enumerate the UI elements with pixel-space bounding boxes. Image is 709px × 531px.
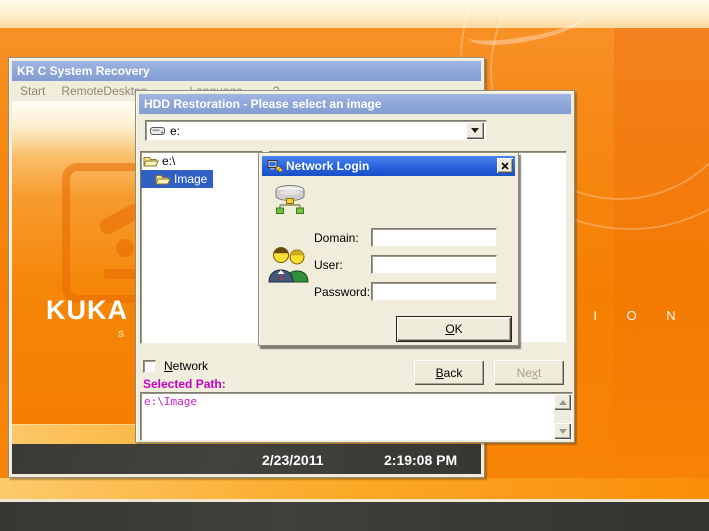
chevron-down-icon <box>471 128 479 133</box>
kuka-logo: KUKA <box>46 295 128 326</box>
hdd-dialog-titlebar[interactable]: HDD Restoration - Please select an image <box>139 94 571 114</box>
status-time: 2:19:08 PM <box>384 452 457 468</box>
selected-path-value: e:\Image <box>144 395 197 408</box>
network-checkbox[interactable] <box>143 360 156 373</box>
domain-row: Domain: <box>314 228 497 247</box>
tree-item-label: e:\ <box>162 154 175 168</box>
login-title: Network Login <box>286 159 369 173</box>
user-label: User: <box>314 258 371 272</box>
selected-path-label: Selected Path: <box>143 377 226 391</box>
wallpaper-bottom-band <box>0 502 709 531</box>
ok-button[interactable]: OK <box>396 316 512 342</box>
scroll-down-button[interactable] <box>554 423 571 439</box>
wallpaper-gold-band <box>0 478 709 499</box>
network-checkbox-label: Network <box>164 359 208 373</box>
password-row: Password: <box>314 282 497 301</box>
users-icon <box>268 245 310 288</box>
drive-select-combobox[interactable]: e: <box>145 120 487 141</box>
hdd-dialog-title: HDD Restoration - Please select an image <box>144 97 381 111</box>
tree-item-image-selected[interactable]: Image <box>141 170 213 188</box>
drive-icon <box>150 124 166 138</box>
next-button-disabled[interactable]: Next <box>494 360 564 385</box>
triangle-up-icon <box>559 400 567 405</box>
status-date: 2/23/2011 <box>262 452 324 468</box>
selected-path-box[interactable]: e:\Image <box>140 392 573 441</box>
user-row: User: <box>314 255 497 274</box>
tree-item-drive-root[interactable]: e:\ <box>141 152 262 170</box>
path-box-scrollbar[interactable] <box>554 394 571 439</box>
scroll-up-button[interactable] <box>554 394 571 410</box>
drive-select-value: e: <box>170 124 180 138</box>
open-folder-icon <box>155 172 171 186</box>
login-titlebar[interactable]: Network Login <box>262 156 515 176</box>
password-label: Password: <box>314 285 371 299</box>
back-button[interactable]: Back <box>414 360 484 385</box>
desktop: T I O N KR C System Recovery Start Remot… <box>0 0 709 531</box>
close-icon[interactable] <box>497 158 513 173</box>
user-field[interactable] <box>371 255 497 274</box>
domain-field[interactable] <box>371 228 497 247</box>
folder-tree[interactable]: e:\ Image <box>140 151 263 344</box>
network-checkbox-row: Network <box>143 359 208 373</box>
ok-button-label: OK <box>445 322 462 336</box>
drive-select-dropdown-button[interactable] <box>466 122 484 139</box>
tree-item-label: Image <box>174 172 207 186</box>
domain-label: Domain: <box>314 231 371 245</box>
network-login-icon <box>267 159 282 173</box>
open-folder-icon <box>143 154 159 168</box>
network-login-dialog: Network Login <box>258 152 519 346</box>
main-window-titlebar[interactable]: KR C System Recovery <box>12 61 481 81</box>
status-bar: 2/23/2011 2:19:08 PM <box>12 444 481 474</box>
menu-item-start[interactable]: Start <box>12 82 53 100</box>
next-button-label: Next <box>517 366 542 380</box>
kuka-robot-graphic <box>116 239 134 257</box>
network-drive-icon <box>271 182 309 223</box>
password-field[interactable] <box>371 282 497 301</box>
back-button-label: Back <box>436 366 463 380</box>
main-window-title: KR C System Recovery <box>17 64 150 78</box>
drive-select-value-area[interactable]: e: <box>146 121 466 140</box>
wallpaper-brand-text-fragment: T I O N <box>556 308 689 323</box>
triangle-down-icon <box>559 429 567 434</box>
